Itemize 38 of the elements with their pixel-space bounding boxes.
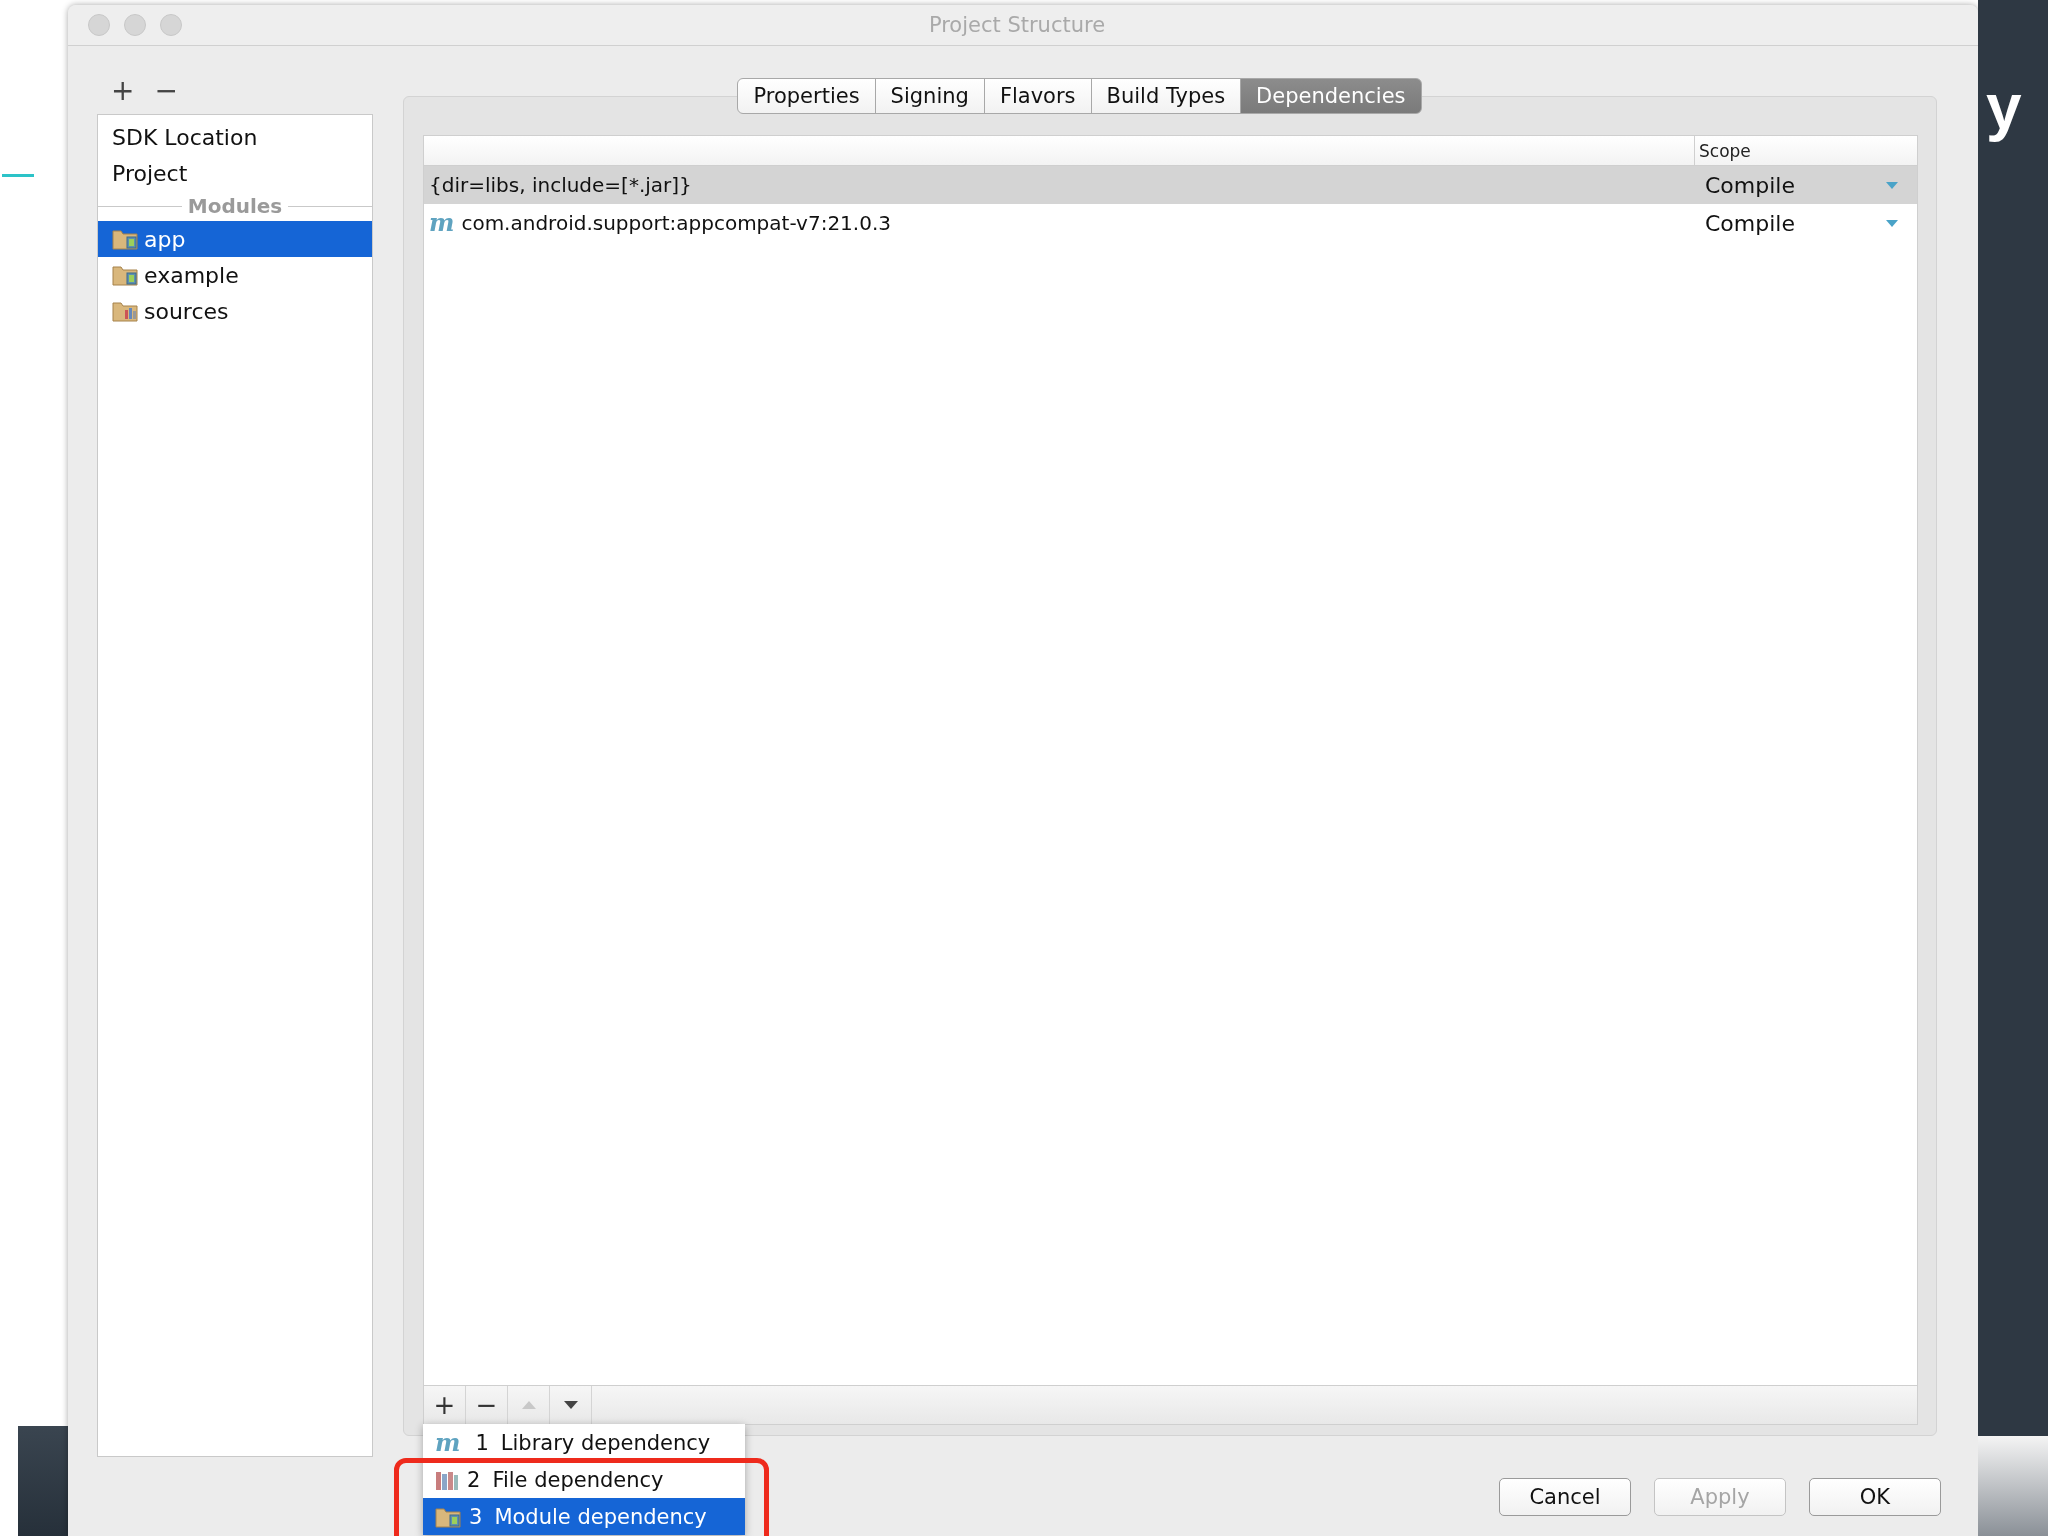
section-header: Modules xyxy=(187,194,283,218)
window-title: Project Structure xyxy=(927,13,1107,37)
sidebar-item[interactable]: SDK Location xyxy=(98,119,372,155)
add-button[interactable]: + xyxy=(111,73,135,107)
folder-icon xyxy=(112,228,138,250)
dropdown-icon[interactable] xyxy=(1885,218,1899,228)
column-header: Scope xyxy=(1694,136,1917,165)
folder-icon xyxy=(112,264,138,286)
dependency-name: {dir=libs, include=[*.jar]} xyxy=(429,173,692,197)
dropdown-icon[interactable] xyxy=(1885,180,1899,190)
scope-cell-text: Compile xyxy=(1704,210,1796,236)
zoom-button[interactable] xyxy=(160,14,182,36)
menu-item[interactable]: 3 Module dependency xyxy=(423,1498,745,1535)
background-text: y xyxy=(1986,70,2022,144)
library-icon: m xyxy=(435,1430,461,1455)
menu-item[interactable]: 2 File dependency xyxy=(423,1461,745,1498)
folder-icon xyxy=(112,300,138,322)
remove-button[interactable]: − xyxy=(154,73,178,107)
sidebar-item[interactable]: sources xyxy=(98,293,372,329)
dialog-button[interactable]: Cancel xyxy=(1499,1478,1631,1516)
sidebar-item[interactable]: app xyxy=(98,221,372,257)
up-arrow-icon xyxy=(520,1400,537,1410)
sidebar-item[interactable]: example xyxy=(98,257,372,293)
scope-cell-text: Compile xyxy=(1704,172,1796,198)
minimize-button[interactable] xyxy=(124,14,146,36)
sidebar-item[interactable]: Project xyxy=(98,155,372,191)
table-row[interactable]: {dir=libs, include=[*.jar]} Compile xyxy=(424,166,1917,204)
tab[interactable]: Flavors xyxy=(983,78,1092,114)
down-arrow-icon xyxy=(562,1400,579,1410)
tab[interactable]: Properties xyxy=(737,78,876,114)
dialog-button[interactable]: OK xyxy=(1809,1478,1941,1516)
close-button[interactable] xyxy=(88,14,110,36)
tab[interactable]: Dependencies xyxy=(1240,78,1422,114)
tab[interactable]: Build Types xyxy=(1090,78,1242,114)
folder-icon xyxy=(435,1505,461,1528)
tab[interactable]: Signing xyxy=(874,78,985,114)
dependency-name: com.android.support:appcompat-v7:21.0.3 xyxy=(461,211,891,235)
library-icon: m xyxy=(429,211,455,235)
